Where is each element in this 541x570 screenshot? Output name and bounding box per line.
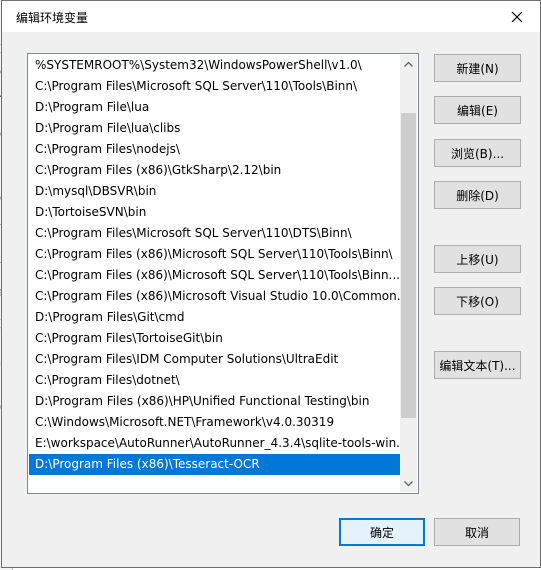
path-list-item[interactable]: D:\mysql\DBSVR\bin — [29, 181, 401, 202]
title-bar: 编辑环境变量 — [2, 1, 540, 32]
chevron-down-icon — [404, 480, 413, 486]
path-list-item[interactable]: D:\Program Files (x86)\Tesseract-OCR — [29, 454, 401, 475]
close-icon — [511, 11, 523, 22]
move-down-button[interactable]: 下移(O) — [434, 287, 521, 315]
delete-button[interactable]: 删除(D) — [434, 181, 521, 209]
path-list[interactable]: %SYSTEMROOT%\System32\WindowsPowerShell\… — [27, 53, 419, 494]
ok-button[interactable]: 确定 — [339, 518, 425, 546]
path-list-items: %SYSTEMROOT%\System32\WindowsPowerShell\… — [29, 55, 401, 475]
cancel-button[interactable]: 取消 — [434, 518, 520, 546]
path-list-item[interactable]: D:\Program Files\Git\cmd — [29, 307, 401, 328]
edit-button[interactable]: 编辑(E) — [434, 96, 521, 124]
browse-button[interactable]: 浏览(B)... — [434, 139, 521, 167]
vertical-scrollbar[interactable] — [400, 55, 417, 492]
path-list-item[interactable]: C:\Program Files\dotnet\ — [29, 370, 401, 391]
path-list-item[interactable]: C:\Program Files (x86)\Microsoft SQL Ser… — [29, 265, 401, 286]
scroll-up-button[interactable] — [400, 55, 417, 72]
path-list-item[interactable]: C:\Program Files (x86)\GtkSharp\2.12\bin — [29, 160, 401, 181]
path-list-item[interactable]: C:\Program Files\TortoiseGit\bin — [29, 328, 401, 349]
path-list-item[interactable]: C:\Program Files (x86)\Microsoft Visual … — [29, 286, 401, 307]
scroll-thumb[interactable] — [401, 113, 416, 419]
path-list-item[interactable]: %SYSTEMROOT%\System32\WindowsPowerShell\… — [29, 55, 401, 76]
edit-env-variable-dialog: 编辑环境变量 %SYSTEMROOT%\System32\WindowsPowe… — [1, 0, 541, 568]
edit-text-button[interactable]: 编辑文本(T)... — [434, 351, 521, 379]
path-list-item[interactable]: D:\Program File\lua\clibs — [29, 118, 401, 139]
path-list-item[interactable]: C:\Program Files\Microsoft SQL Server\11… — [29, 76, 401, 97]
path-list-item[interactable]: C:\Program Files\Microsoft SQL Server\11… — [29, 223, 401, 244]
path-list-item[interactable]: E:\workspace\AutoRunner\AutoRunner_4.3.4… — [29, 433, 401, 454]
path-list-item[interactable]: C:\Windows\Microsoft.NET\Framework\v4.0.… — [29, 412, 401, 433]
new-button[interactable]: 新建(N) — [434, 54, 521, 82]
path-list-item[interactable]: C:\Program Files (x86)\Microsoft SQL Ser… — [29, 244, 401, 265]
move-up-button[interactable]: 上移(U) — [434, 245, 521, 273]
scroll-down-button[interactable] — [400, 475, 417, 492]
close-button[interactable] — [494, 1, 540, 32]
path-list-item[interactable]: D:\Program Files (x86)\HP\Unified Functi… — [29, 391, 401, 412]
dialog-title: 编辑环境变量 — [16, 11, 89, 25]
path-list-item[interactable]: C:\Program Files\nodejs\ — [29, 139, 401, 160]
path-list-item[interactable]: C:\Program Files\IDM Computer Solutions\… — [29, 349, 401, 370]
path-list-item[interactable]: D:\Program File\lua — [29, 97, 401, 118]
path-list-item[interactable]: D:\TortoiseSVN\bin — [29, 202, 401, 223]
chevron-up-icon — [404, 61, 413, 67]
